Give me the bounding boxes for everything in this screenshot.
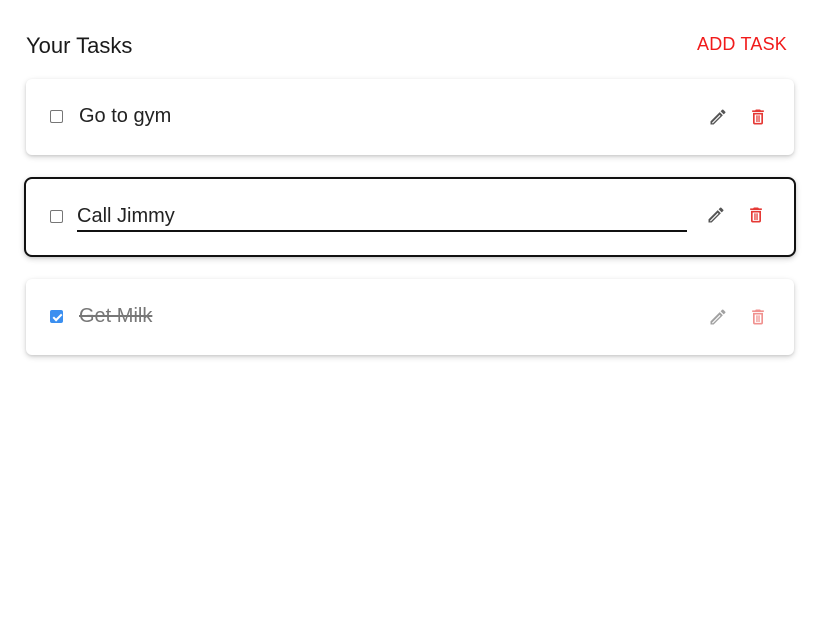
- task-label: Get Milk: [79, 305, 153, 327]
- task-item-editing: [24, 177, 796, 257]
- trash-icon: [752, 109, 764, 125]
- task-checkbox[interactable]: [50, 110, 63, 123]
- pencil-icon: [710, 109, 726, 125]
- delete-task-button[interactable]: [744, 203, 768, 227]
- tasks-page: Your Tasks ADD TASK Go to gym Call Jimmy…: [0, 0, 817, 619]
- delete-task-button[interactable]: [746, 105, 770, 129]
- task-checkbox-checked[interactable]: [50, 310, 63, 323]
- task-checkbox[interactable]: [50, 210, 63, 223]
- trash-icon: [752, 309, 764, 325]
- task-item-completed: Get Milk: [26, 279, 794, 355]
- edit-task-button[interactable]: [704, 203, 728, 227]
- task-edit-input[interactable]: [77, 203, 687, 232]
- add-task-button[interactable]: ADD TASK: [691, 30, 787, 59]
- edit-task-button[interactable]: [706, 105, 730, 129]
- header: Your Tasks ADD TASK: [26, 30, 787, 62]
- task-item: Go to gym: [26, 79, 794, 155]
- trash-icon: [750, 207, 762, 223]
- pencil-icon: [710, 309, 726, 325]
- task-label: Go to gym: [79, 105, 172, 127]
- page-title: Your Tasks: [26, 33, 133, 58]
- pencil-icon: [708, 207, 724, 223]
- task-list: Go to gym Call Jimmy Get Milk: [24, 79, 796, 379]
- delete-task-button[interactable]: [746, 305, 770, 329]
- edit-task-button[interactable]: [706, 305, 730, 329]
